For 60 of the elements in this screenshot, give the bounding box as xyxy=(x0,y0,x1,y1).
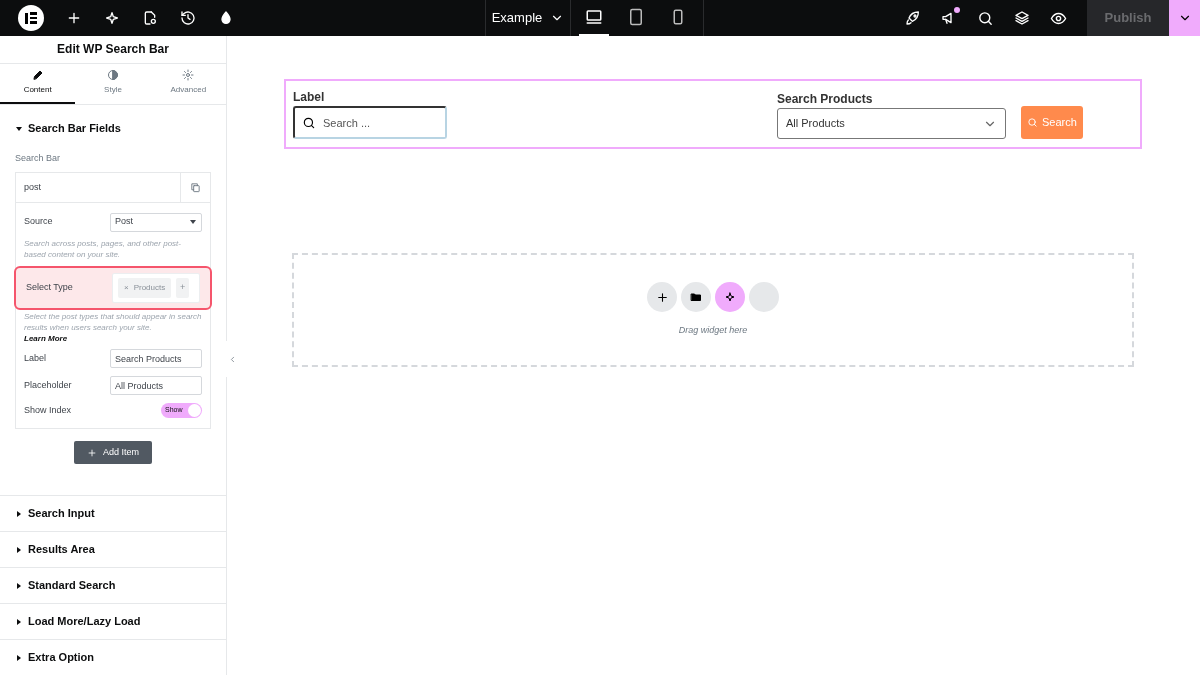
search-icon[interactable] xyxy=(977,9,994,27)
search-icon xyxy=(1027,117,1038,128)
field-label: Show Index xyxy=(24,403,73,417)
item-title[interactable]: post xyxy=(16,173,180,202)
sparkle-icon[interactable] xyxy=(104,10,120,26)
page-settings-icon[interactable] xyxy=(142,10,158,26)
template-library-button[interactable] xyxy=(681,282,711,313)
drop-icon[interactable] xyxy=(218,10,234,26)
panel-title: Edit WP Search Bar xyxy=(0,36,226,64)
field-label: Source xyxy=(24,215,54,229)
field-label: Label xyxy=(293,90,326,104)
section-header[interactable]: Search Bar Fields xyxy=(15,120,121,137)
caret-right-icon xyxy=(16,581,22,590)
rocket-icon[interactable] xyxy=(905,10,921,26)
copy-icon xyxy=(190,182,201,193)
caret-right-icon xyxy=(16,545,22,554)
help-text: Select the post types that should appear in search results when users search your site. xyxy=(24,311,202,333)
field-label: Placeholder xyxy=(24,378,73,392)
help-text: Search across posts, pages, and other post-based content on your site. xyxy=(24,238,182,260)
add-icon[interactable] xyxy=(66,10,82,26)
settings-icon xyxy=(182,69,195,81)
page-title-dropdown[interactable]: Example xyxy=(485,0,571,36)
add-item-button[interactable]: Add Item xyxy=(74,441,152,464)
layers-icon[interactable] xyxy=(1014,10,1030,26)
drop-hint: Drag widget here xyxy=(678,324,748,338)
section-header[interactable]: Load More/Lazy Load xyxy=(0,603,226,639)
section-header[interactable]: Results Area xyxy=(0,531,226,567)
sparkle-icon xyxy=(724,291,736,304)
panel-tab[interactable]: Content xyxy=(0,63,76,104)
desktop-icon xyxy=(585,8,603,26)
search-icon xyxy=(302,116,316,130)
section-header[interactable]: Standard Search xyxy=(0,567,226,603)
plus-icon xyxy=(87,447,97,458)
folder-icon xyxy=(690,291,702,304)
placeholder-input[interactable]: All Products xyxy=(110,376,202,395)
label-input[interactable]: Search Products xyxy=(110,349,202,368)
caret-down-icon xyxy=(189,218,197,226)
tablet-icon xyxy=(627,8,645,26)
panel-tab[interactable]: Style xyxy=(75,63,151,104)
search-field[interactable]: Search ... xyxy=(293,106,447,139)
caret-right-icon xyxy=(16,653,22,662)
caret-down-icon xyxy=(15,124,23,133)
logo-icon xyxy=(18,5,44,31)
section-header[interactable]: Extra Option xyxy=(0,639,226,675)
learn-more-link[interactable]: Learn More xyxy=(24,333,202,345)
field-label: Label xyxy=(24,351,48,365)
source-select[interactable]: Post xyxy=(110,212,202,232)
caret-right-icon xyxy=(16,617,22,626)
field-label: Select Type xyxy=(26,281,74,295)
contrast-icon xyxy=(107,69,119,81)
field-label: Search Products xyxy=(777,92,874,106)
panel-tab[interactable]: Advanced xyxy=(150,63,226,104)
history-icon[interactable] xyxy=(180,10,196,26)
pencil-icon xyxy=(31,69,44,81)
plus-icon xyxy=(655,290,669,304)
ai-button[interactable] xyxy=(715,282,745,313)
field-label: Search Bar xyxy=(15,151,62,165)
products-select[interactable]: All Products xyxy=(777,108,1006,139)
section-header[interactable]: Search Input xyxy=(0,495,226,531)
caret-right-icon xyxy=(16,509,22,518)
